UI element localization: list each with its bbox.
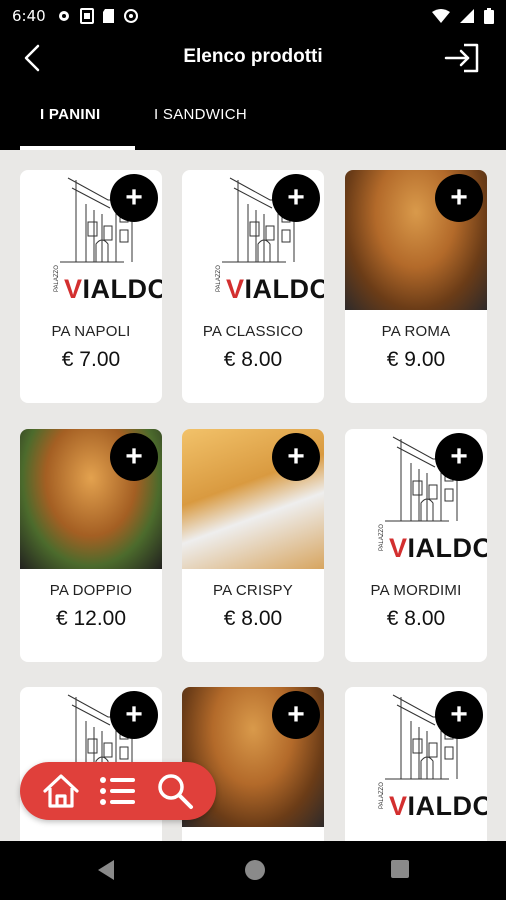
svg-text:VIALDO: VIALDO xyxy=(64,274,162,304)
search-icon xyxy=(158,774,194,809)
status-time: 6:40 xyxy=(12,7,46,25)
product-card[interactable]: PALAZZO VIALDO + xyxy=(345,687,487,841)
add-to-cart-button[interactable]: + xyxy=(110,691,158,739)
wifi-icon xyxy=(432,9,450,23)
add-to-cart-button[interactable]: + xyxy=(435,691,483,739)
product-price: € 12.00 xyxy=(55,607,127,630)
product-grid: PALAZZO VIALDO PA NAPOLI € 7.00 + PALAZZO VIAL… xyxy=(0,150,506,841)
product-name: PA CLASSICO xyxy=(202,323,304,340)
product-card[interactable]: PALAZZO VIALDO PA NAPOLI € 7.00 + xyxy=(20,170,162,403)
gear-icon xyxy=(58,11,69,21)
svg-text:PALAZZO: PALAZZO xyxy=(379,782,385,809)
tab-panini[interactable]: I PANINI xyxy=(40,106,100,123)
product-name: PA CRISPY xyxy=(213,582,293,599)
battery-icon xyxy=(484,8,494,24)
product-card[interactable]: PALAZZO VIALDO PA CLASSICO € 8.00 + xyxy=(182,170,324,403)
product-price: € 9.00 xyxy=(386,348,446,371)
svg-text:VIALDO: VIALDO xyxy=(226,274,324,304)
svg-text:VIALDO: VIALDO xyxy=(389,533,487,563)
product-name: PA MORDIMI xyxy=(370,582,462,599)
product-price: € 8.00 xyxy=(223,348,283,371)
add-to-cart-button[interactable]: + xyxy=(272,174,320,222)
home-button[interactable] xyxy=(41,771,81,811)
page-title: Elenco prodotti xyxy=(183,46,323,67)
product-name: PA NAPOLI xyxy=(51,323,131,340)
nav-home-icon[interactable] xyxy=(244,859,266,881)
home-icon xyxy=(43,774,79,808)
product-card[interactable]: PA DOPPIO € 12.00 + xyxy=(20,429,162,662)
app-bar: Elenco prodotti xyxy=(0,32,506,84)
svg-text:VIALDO: VIALDO xyxy=(389,791,487,821)
nav-back-icon[interactable] xyxy=(96,859,116,881)
status-system-icons xyxy=(432,8,494,24)
add-to-cart-button[interactable]: + xyxy=(272,691,320,739)
svg-text:PALAZZO: PALAZZO xyxy=(54,265,60,292)
product-price: € 8.00 xyxy=(223,607,283,630)
add-to-cart-button[interactable]: + xyxy=(435,174,483,222)
status-bar: 6:40 xyxy=(0,0,506,32)
sync-icon xyxy=(79,8,94,24)
list-button[interactable] xyxy=(98,771,138,811)
logout-icon[interactable] xyxy=(444,42,480,74)
product-card[interactable]: PALAZZO VIALDO PA MORDIMI € 8.00 + xyxy=(345,429,487,662)
add-to-cart-button[interactable]: + xyxy=(435,433,483,481)
signal-icon xyxy=(460,9,474,23)
tab-sandwich[interactable]: I SANDWICH xyxy=(154,106,247,123)
system-navigation-bar xyxy=(0,841,506,900)
add-to-cart-button[interactable]: + xyxy=(272,433,320,481)
status-notification-icons xyxy=(56,8,139,24)
svg-text:PALAZZO: PALAZZO xyxy=(379,524,385,551)
product-card[interactable]: PA ROMA € 9.00 + xyxy=(345,170,487,403)
svg-text:PALAZZO: PALAZZO xyxy=(216,265,222,292)
product-card[interactable]: + xyxy=(182,687,324,841)
blocked-icon xyxy=(123,9,138,23)
add-to-cart-button[interactable]: + xyxy=(110,433,158,481)
product-name: PA ROMA xyxy=(381,323,451,340)
add-to-cart-button[interactable]: + xyxy=(110,174,158,222)
product-card[interactable]: PA CRISPY € 8.00 + xyxy=(182,429,324,662)
sd-card-icon xyxy=(102,9,114,23)
product-name: PA DOPPIO xyxy=(49,582,133,599)
nav-recents-icon[interactable] xyxy=(390,859,410,879)
category-tabs: I PANINI I SANDWICH xyxy=(0,84,506,150)
product-price: € 8.00 xyxy=(386,607,446,630)
bottom-action-bar xyxy=(20,762,216,820)
product-price: € 7.00 xyxy=(61,348,121,371)
list-icon xyxy=(99,777,135,805)
search-button[interactable] xyxy=(155,771,195,811)
